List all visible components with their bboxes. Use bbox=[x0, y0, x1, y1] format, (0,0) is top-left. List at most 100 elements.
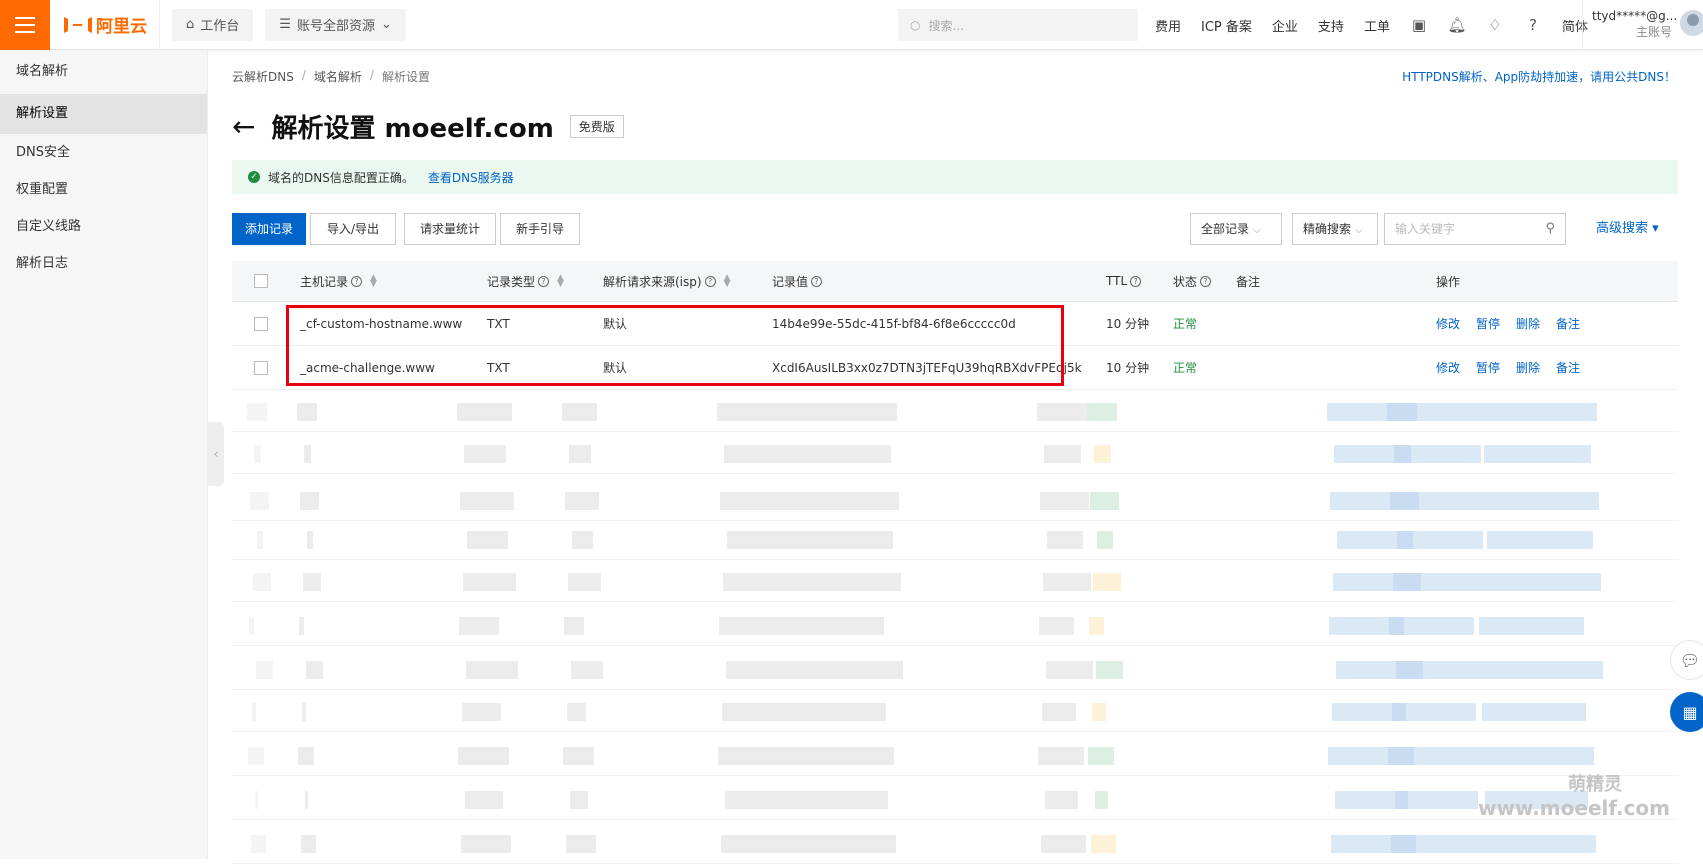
redacted-block bbox=[1042, 703, 1076, 721]
redacted-block bbox=[564, 617, 584, 635]
advanced-search-button[interactable]: 高级搜索 ▾ bbox=[1596, 213, 1659, 245]
page-title: 解析设置 moeelf.com bbox=[271, 114, 554, 144]
redacted-block bbox=[1479, 617, 1584, 635]
edition-badge: 免费版 bbox=[569, 115, 624, 138]
redacted-block bbox=[465, 791, 503, 809]
delete-link[interactable]: 删除 bbox=[1516, 315, 1540, 332]
nav-link-enterprise[interactable]: 企业 bbox=[1272, 16, 1298, 35]
httpdns-promo-link[interactable]: HTTPDNS解析、App防劫持加速，请用公共DNS！ bbox=[1402, 68, 1676, 85]
help-icon[interactable]: ? bbox=[811, 275, 823, 287]
sort-icon[interactable]: ▲ ▼ bbox=[724, 274, 731, 289]
row-checkbox[interactable] bbox=[254, 316, 268, 331]
breadcrumb-item[interactable]: 云解析DNS bbox=[232, 68, 294, 85]
search-mode-select[interactable]: 精确搜索 ⌵ bbox=[1292, 213, 1378, 245]
pause-link[interactable]: 暂停 bbox=[1476, 359, 1500, 376]
row-checkbox[interactable] bbox=[254, 360, 268, 375]
redacted-block bbox=[718, 747, 894, 765]
sidebar-item-domain-resolution[interactable]: 域名解析 bbox=[0, 50, 207, 94]
record-filter-value: 全部记录 bbox=[1201, 222, 1250, 236]
dns-status-alert: ✓ 域名的DNS信息配置正确。 查看DNS服务器 bbox=[232, 160, 1678, 194]
redacted-block bbox=[1088, 747, 1114, 765]
chevron-down-icon: ⌵ bbox=[1355, 225, 1363, 236]
logo-text: 阿里云 bbox=[96, 17, 147, 37]
request-stats-button[interactable]: 请求量统计 bbox=[404, 213, 496, 245]
redacted-block bbox=[1487, 531, 1593, 549]
redacted-block bbox=[570, 791, 588, 809]
resources-dropdown[interactable]: ☰ 账号全部资源 ⌄ bbox=[265, 8, 406, 41]
back-arrow-icon[interactable]: ← bbox=[232, 112, 255, 141]
col-host-label: 主机记录 bbox=[300, 274, 349, 289]
nav-link-tickets[interactable]: 工单 bbox=[1364, 16, 1390, 35]
hamburger-menu-button[interactable] bbox=[0, 0, 50, 50]
user-menu[interactable]: ttyd*****@g... 主账号 bbox=[1592, 8, 1677, 40]
nav-link-billing[interactable]: 费用 bbox=[1155, 16, 1181, 35]
bell-icon[interactable]: 🔔︎ bbox=[1447, 16, 1466, 34]
redacted-block bbox=[459, 617, 499, 635]
lightbulb-icon[interactable]: ♢ bbox=[1486, 16, 1504, 34]
add-record-button[interactable]: 添加记录 bbox=[232, 213, 306, 245]
terminal-icon[interactable]: ▣ bbox=[1410, 16, 1428, 34]
help-icon[interactable]: ? bbox=[1130, 275, 1142, 287]
sort-icon[interactable]: ▲ ▼ bbox=[370, 274, 377, 289]
sidebar-item-weight-config[interactable]: 权重配置 bbox=[0, 171, 207, 208]
select-all-cell bbox=[254, 261, 268, 301]
redacted-block bbox=[297, 403, 317, 421]
redacted-block bbox=[717, 403, 897, 421]
redacted-block bbox=[724, 445, 891, 463]
redacted-block bbox=[301, 835, 316, 853]
delete-link[interactable]: 删除 bbox=[1516, 359, 1540, 376]
breadcrumb-item[interactable]: 域名解析 bbox=[314, 68, 362, 85]
breadcrumb-separator: / bbox=[369, 68, 374, 82]
nav-link-icp[interactable]: ICP 备案 bbox=[1201, 16, 1252, 35]
sidebar-item-dns-security[interactable]: DNS安全 bbox=[0, 134, 207, 171]
redacted-block bbox=[1484, 445, 1591, 463]
sidebar-item-resolution-settings[interactable]: 解析设置 bbox=[0, 94, 207, 134]
search-icon[interactable]: ⚲ bbox=[1545, 214, 1555, 244]
record-filter-select[interactable]: 全部记录 ⌵ bbox=[1190, 213, 1282, 245]
cell-status: 正常 bbox=[1173, 317, 1198, 331]
watermark-line1: 萌精灵 bbox=[1568, 774, 1622, 795]
beginner-guide-button[interactable]: 新手引导 bbox=[500, 213, 580, 245]
divider bbox=[1582, 0, 1583, 50]
help-icon[interactable]: ? bbox=[538, 275, 550, 287]
language-switch[interactable]: 简体 bbox=[1562, 16, 1588, 35]
redacted-block bbox=[248, 747, 264, 765]
keyword-search-input[interactable]: 输入关键字 ⚲ bbox=[1384, 213, 1566, 245]
redacted-row bbox=[232, 780, 1678, 820]
redacted-block bbox=[463, 573, 516, 591]
row-select-cell bbox=[254, 346, 268, 389]
sidebar-item-resolution-logs[interactable]: 解析日志 bbox=[0, 245, 207, 282]
redacted-block bbox=[721, 835, 896, 853]
help-icon[interactable]: ? bbox=[351, 275, 363, 287]
apps-button[interactable]: ▦ bbox=[1670, 692, 1703, 732]
cell-ops: 修改 暂停 删除 备注 bbox=[1436, 346, 1596, 389]
home-icon: ⌂ bbox=[186, 17, 195, 32]
redacted-block bbox=[567, 703, 586, 721]
redacted-block bbox=[253, 573, 271, 591]
redacted-block bbox=[1480, 492, 1599, 510]
chat-button[interactable]: 💬︎ bbox=[1670, 640, 1703, 680]
edit-link[interactable]: 修改 bbox=[1436, 359, 1460, 376]
select-all-checkbox[interactable] bbox=[254, 274, 268, 288]
help-icon[interactable]: ? bbox=[704, 275, 716, 287]
redacted-block bbox=[1039, 617, 1074, 635]
remark-link[interactable]: 备注 bbox=[1556, 315, 1580, 332]
avatar[interactable] bbox=[1680, 10, 1703, 36]
list-icon: ☰ bbox=[279, 17, 291, 32]
help-icon[interactable]: ? bbox=[1200, 275, 1212, 287]
import-export-button[interactable]: 导入/导出 bbox=[310, 213, 396, 245]
aliyun-logo[interactable]: 阿里云 bbox=[50, 0, 160, 50]
remark-link[interactable]: 备注 bbox=[1556, 359, 1580, 376]
workbench-button[interactable]: ⌂ 工作台 bbox=[172, 8, 254, 41]
global-search-input[interactable]: ○ 搜索... bbox=[898, 9, 1138, 41]
sort-icon[interactable]: ▲ ▼ bbox=[557, 274, 564, 289]
redacted-block bbox=[1089, 617, 1104, 635]
sidebar-collapse-button[interactable]: ‹ bbox=[208, 422, 224, 486]
pause-link[interactable]: 暂停 bbox=[1476, 315, 1500, 332]
view-dns-servers-link[interactable]: 查看DNS服务器 bbox=[428, 169, 514, 186]
nav-link-support[interactable]: 支持 bbox=[1318, 16, 1344, 35]
edit-link[interactable]: 修改 bbox=[1436, 315, 1460, 332]
redacted-row bbox=[232, 562, 1678, 602]
sidebar-item-custom-lines[interactable]: 自定义线路 bbox=[0, 208, 207, 245]
help-icon[interactable]: ? bbox=[1524, 16, 1542, 34]
